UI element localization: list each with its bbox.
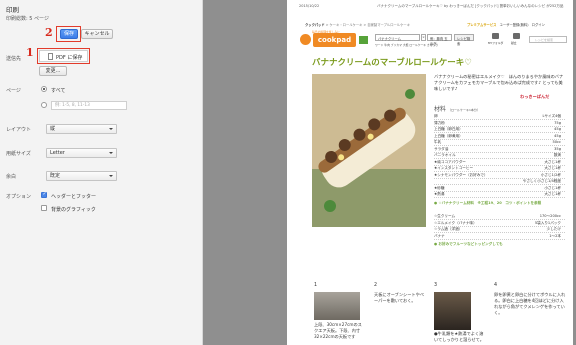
preview-page: 2015/10/22 バナナクリームのマーブルロールケーキ♡ by わっきーぱん… <box>287 0 573 345</box>
recipe-search-button: レシピ検索 <box>454 34 474 46</box>
ingredients-heading: 材料 （ロールケーキ1本分） <box>434 106 480 113</box>
ingredient-row: ☆エルメイク（バナナ味） 5袋入り1パック <box>434 221 565 227</box>
step-2-number: 2 <box>374 283 378 288</box>
layout-select[interactable]: 縦 <box>46 124 117 134</box>
total-pages-label: 印刷総数: 5 ページ <box>6 16 49 22</box>
header-footer-label: ヘッダーとフッター <box>51 194 97 200</box>
step-3-number: 3 <box>434 283 438 288</box>
pages-all-radio[interactable] <box>41 86 47 92</box>
header-footer-checkbox[interactable] <box>41 191 47 198</box>
chevron-down-icon <box>109 175 113 177</box>
ingredient-row: ☆ラム酒（洋酒） 少したけ <box>434 227 565 234</box>
layout-select-value: 縦 <box>50 126 56 132</box>
chef-icon <box>300 34 311 45</box>
step-1-photo <box>314 292 360 320</box>
paper-size-select[interactable]: Letter <box>46 148 117 158</box>
paper-size-label: 用紙サイズ <box>6 151 31 157</box>
ingredient-row: 上白糖（卵黄用） 45g <box>434 134 565 140</box>
layout-label: レイアウト <box>6 127 32 133</box>
print-dialog-title: 印刷 <box>6 6 19 14</box>
ingredient-row: 卵 Lサイズ4個 <box>434 114 565 121</box>
search-hints: ワード 牛肉 ブリカマ 大根 ロールケーキ きゅうり <box>375 43 439 47</box>
recipe-search-input: バナナクリーム <box>375 34 420 41</box>
ingredient-row: やさしく小さじ1/4程度 <box>434 179 565 186</box>
chevron-down-icon <box>109 152 113 154</box>
ingredient-row: ★純ココアパウダー 大さじ1杯 <box>434 160 565 166</box>
destination-label: 送信先 <box>6 56 22 62</box>
breadcrumb: クックパッド > ケーキ・ロールケーキ > 自家製マーブルロールケーキ <box>305 23 410 27</box>
cancel-button[interactable]: キャンセル <box>81 29 113 39</box>
pages-label: ページ <box>6 88 21 94</box>
step-number-2: 2 <box>45 26 53 39</box>
change-destination-button[interactable]: 変更... <box>39 66 67 76</box>
ingredient-row: ★砂糖 小さじ1杯 <box>434 186 565 192</box>
badge-icon <box>359 36 368 44</box>
print-settings-panel: 印刷 印刷総数: 5 ページ 保存 キャンセル 2 送信先 PDF に保存 1 … <box>0 0 203 345</box>
step-1-text: 上段、30cm×27cmのスクエア天板。下段、内寸32×22cmの天板です <box>314 322 362 339</box>
folder-icon <box>492 33 499 39</box>
ingredient-row: 上白糖（卵白用） 45g <box>434 127 565 134</box>
nav-menu: 献立 <box>511 41 517 45</box>
paper-size-select-value: Letter <box>50 150 65 156</box>
step-number-1: 1 <box>26 46 34 59</box>
site-search-input: レシピを検索 <box>529 36 567 43</box>
print-preview-area[interactable]: 2015/10/22 バナナクリームのマーブルロールケーキ♡ by わっきーぱん… <box>203 0 576 345</box>
cookpad-logo: cookpad <box>313 33 356 47</box>
ingredient-row: バナナ 1〜2本 <box>434 234 565 240</box>
ingredient-row: ★シナモンパウダー（お好みで） 小さじ1/2杯 <box>434 173 565 179</box>
step-1-number: 1 <box>314 283 318 288</box>
menu-icon <box>513 33 520 39</box>
fruit-group-heading: ● お好みでフルーツなどトッピングしても <box>434 242 503 246</box>
roll-cake-illustration <box>312 74 426 227</box>
pages-all-label: すべて <box>51 88 66 94</box>
ingredient-row: 牛乳 50cc <box>434 140 565 147</box>
top-links: プレミアムサービス ユーザー登録(無料) ログイン <box>467 23 545 27</box>
step-2-text: 天板にオーブンシートやペーパーを敷いておく。 <box>374 292 424 303</box>
clear-icon: × <box>421 34 426 41</box>
pages-custom-radio[interactable] <box>41 102 47 108</box>
cream-group-heading: ● ☆バナナクリーム材料 ※工程19、20 コツ・ポイントを参照 <box>434 201 542 205</box>
page-header-title: バナナクリームのマーブルロールケーキ♡ by わっきーぱんだ [クックパッド] … <box>377 4 564 8</box>
page-header-date: 2015/10/22 <box>299 4 320 8</box>
recipe-photo <box>312 74 426 227</box>
background-graphics-checkbox[interactable] <box>41 205 47 211</box>
chevron-down-icon <box>109 128 113 130</box>
step-3-photo <box>434 292 471 330</box>
background-graphics-label: 背景のグラフィック <box>51 207 96 213</box>
recipe-title: バナナクリームのマーブルロールケーキ♡ <box>312 58 472 68</box>
ingredient-row: ★インスタントコーヒー 大さじ1杯 <box>434 166 565 173</box>
ingredient-row: サラダ油 35g <box>434 147 565 153</box>
options-label: オプション <box>6 194 32 200</box>
destination-highlight-box <box>37 48 90 64</box>
nav-myfolder: MYフォルダ <box>488 41 504 45</box>
save-highlight-box <box>56 26 81 42</box>
step-4-text: 卵を卵黄と卵白に分けてボウルに入れる。卵白に上白糖を4回ほどに分け入れながら角が… <box>494 292 566 315</box>
recipe-description: バナナクリームの秘密はエルメイク♡ ほんのりまろやか風味のバナナクリームをカフェ… <box>434 74 564 91</box>
ingredient-row: バニラオイル 数滴 <box>434 153 565 160</box>
ingredient-row: ☆生クリーム 170〜200cc <box>434 214 565 221</box>
margin-select[interactable]: 既定 <box>46 171 117 181</box>
step-3-text: ●牛乳類を★熱湯でよく溶いてしっかりと湿らせて。 <box>434 331 484 342</box>
ingredient-row: ★熱湯 大さじ1杯 <box>434 192 565 199</box>
author-link: わっきーぱんだ <box>520 94 550 99</box>
margin-select-value: 既定 <box>50 173 61 179</box>
step-4-number: 4 <box>494 283 498 288</box>
ingredient-search-input: 例：豚肉 玉ねぎ <box>427 34 452 46</box>
pages-range-input[interactable]: 例: 1-5, 8, 11-13 <box>51 101 127 110</box>
margin-label: 余白 <box>6 174 17 180</box>
ingredient-row: 薄力粉 75g <box>434 121 565 127</box>
